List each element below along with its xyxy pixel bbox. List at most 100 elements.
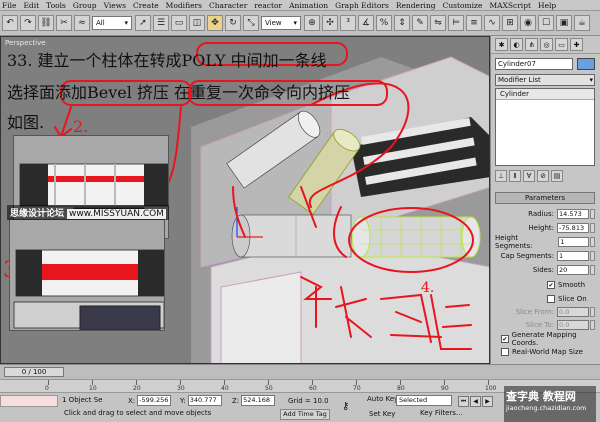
pivot-icon[interactable]: ⊕ xyxy=(304,15,320,31)
configure-sets-icon[interactable]: ▤ xyxy=(551,170,563,182)
align-icon[interactable]: ⊨ xyxy=(448,15,464,31)
create-tab-icon[interactable]: ✱ xyxy=(495,38,508,51)
mirror-icon[interactable]: ⇋ xyxy=(430,15,446,31)
select-rotate-icon[interactable]: ↻ xyxy=(225,15,241,31)
layer-icon[interactable]: ≡ xyxy=(466,15,482,31)
make-unique-icon[interactable]: ∀ xyxy=(523,170,535,182)
menu-item-views[interactable]: Views xyxy=(104,1,126,10)
link-icon[interactable]: ⛓ xyxy=(38,15,54,31)
track-tick-label: 50 xyxy=(265,385,273,392)
window-crossing-icon[interactable]: ◫ xyxy=(189,15,205,31)
reference-thumbnail-2 xyxy=(9,219,165,331)
slice-from-spinner[interactable] xyxy=(590,307,595,317)
key-mode-dropdown[interactable]: Selected xyxy=(396,395,452,406)
select-move-icon[interactable]: ✥ xyxy=(207,15,223,31)
prev-frame-icon[interactable]: ◀ xyxy=(470,396,481,407)
perspective-viewport[interactable]: 4. 2. 3. Perspective 33. 建立一个柱体在转成POLY 中… xyxy=(0,36,490,364)
radius-input[interactable]: 14.573 xyxy=(557,209,589,219)
select-scale-icon[interactable]: ⤡ xyxy=(243,15,259,31)
sides-input[interactable]: 20 xyxy=(557,265,589,275)
track-tick-label: 30 xyxy=(177,385,185,392)
menu-item-character[interactable]: Character xyxy=(209,1,247,10)
modifier-list-dropdown[interactable]: Modifier List ▾ xyxy=(495,74,595,86)
menu-item-rendering[interactable]: Rendering xyxy=(396,1,436,10)
rect-select-icon[interactable]: ▭ xyxy=(171,15,187,31)
bind-icon[interactable]: ≈ xyxy=(74,15,90,31)
undo-icon[interactable]: ↶ xyxy=(2,15,18,31)
menu-item-edit[interactable]: Edit xyxy=(23,1,39,10)
maxscript-listener-box[interactable] xyxy=(0,395,58,407)
stack-item-cylinder[interactable]: Cylinder xyxy=(496,89,594,100)
set-key-button[interactable]: Set Key xyxy=(369,410,395,418)
play-icon[interactable]: ▶ xyxy=(482,396,493,407)
cap-segments-input[interactable]: 1 xyxy=(557,251,589,261)
modify-tab-icon[interactable]: ◐ xyxy=(510,38,523,51)
manipulate-icon[interactable]: ✣ xyxy=(322,15,338,31)
menu-item-modifiers[interactable]: Modifiers xyxy=(166,1,202,10)
auto-key-button[interactable]: Auto Key xyxy=(367,395,398,403)
material-editor-icon[interactable]: ◉ xyxy=(520,15,536,31)
height-segments-input[interactable]: 1 xyxy=(558,237,590,247)
height-segments-spinner[interactable] xyxy=(590,237,595,247)
remove-modifier-icon[interactable]: ⊘ xyxy=(537,170,549,182)
modifier-stack[interactable]: Cylinder xyxy=(495,88,595,166)
sides-spinner[interactable] xyxy=(590,265,595,275)
percent-snap-icon[interactable]: % xyxy=(376,15,392,31)
menu-item-tools[interactable]: Tools xyxy=(46,1,66,10)
spinner-snap-icon[interactable]: ⇕ xyxy=(394,15,410,31)
add-time-tag-button[interactable]: Add Time Tag xyxy=(280,409,330,420)
cap-segments-spinner[interactable] xyxy=(590,251,595,261)
select-object-icon[interactable]: ➚ xyxy=(135,15,151,31)
gen-mapping-checkbox[interactable]: ✔ Generate Mapping Coords. xyxy=(501,331,600,347)
menu-item-graph-editors[interactable]: Graph Editors xyxy=(335,1,389,10)
viewport-label[interactable]: Perspective xyxy=(5,39,46,47)
menu-item-group[interactable]: Group xyxy=(73,1,97,10)
pin-stack-icon[interactable]: ⊥ xyxy=(495,170,507,182)
hierarchy-tab-icon[interactable]: ⋔ xyxy=(525,38,538,51)
menu-item-reactor[interactable]: reactor xyxy=(254,1,282,10)
named-selection-icon[interactable]: ✎ xyxy=(412,15,428,31)
render-frame-icon[interactable]: ▣ xyxy=(556,15,572,31)
utilities-tab-icon[interactable]: ✚ xyxy=(570,38,583,51)
slice-from-input[interactable]: 0.0 xyxy=(557,307,589,317)
realworld-checkbox[interactable]: Real-World Map Size xyxy=(501,346,583,357)
height-spinner[interactable] xyxy=(590,223,595,233)
schematic-icon[interactable]: ⊞ xyxy=(502,15,518,31)
z-input[interactable]: 524.168 xyxy=(241,395,276,406)
goto-start-icon[interactable]: ⏮ xyxy=(458,396,469,407)
angle-snap-icon[interactable]: ∡ xyxy=(358,15,374,31)
curve-editor-icon[interactable]: ∿ xyxy=(484,15,500,31)
selected-cylinder[interactable] xyxy=(351,216,481,258)
time-slider[interactable]: 0 / 100 xyxy=(4,367,64,377)
render-setup-icon[interactable]: ☐ xyxy=(538,15,554,31)
parameters-rollout[interactable]: Parameters xyxy=(495,192,595,204)
menu-item-file[interactable]: File xyxy=(2,1,16,10)
slice-to-input[interactable]: 0.0 xyxy=(557,320,589,330)
object-color-swatch[interactable] xyxy=(577,58,595,70)
display-tab-icon[interactable]: ▭ xyxy=(555,38,568,51)
quick-render-icon[interactable]: ☕ xyxy=(574,15,590,31)
menu-item-create[interactable]: Create xyxy=(133,1,159,10)
menu-item-help[interactable]: Help xyxy=(538,1,556,10)
select-by-name-icon[interactable]: ☰ xyxy=(153,15,169,31)
y-input[interactable]: 340.777 xyxy=(187,395,222,406)
key-filters-button[interactable]: Key Filters... xyxy=(420,409,463,417)
radius-spinner[interactable] xyxy=(590,209,595,219)
object-name-field[interactable]: Cylinder07 xyxy=(495,58,573,70)
show-end-result-icon[interactable]: Ⅱ xyxy=(509,170,521,182)
menu-item-customize[interactable]: Customize xyxy=(443,1,483,10)
x-input[interactable]: -599.256 xyxy=(137,395,172,406)
unlink-icon[interactable]: ✂ xyxy=(56,15,72,31)
ref-coord-dropdown[interactable]: View ▾ xyxy=(261,16,301,30)
snap-icon[interactable]: ³ xyxy=(340,15,356,31)
slice-on-checkbox[interactable]: Slice On xyxy=(547,293,587,304)
menu-item-maxscript[interactable]: MAXScript xyxy=(489,1,531,10)
menu-item-animation[interactable]: Animation xyxy=(289,1,328,10)
motion-tab-icon[interactable]: ◎ xyxy=(540,38,553,51)
smooth-checkbox[interactable]: ✔ Smooth xyxy=(547,279,585,290)
height-input[interactable]: -75.813 xyxy=(557,223,589,233)
redo-icon[interactable]: ↷ xyxy=(20,15,36,31)
slice-to-spinner[interactable] xyxy=(590,320,595,330)
selection-filter-dropdown[interactable]: All ▾ xyxy=(92,16,132,30)
key-icon[interactable]: ⚷ xyxy=(342,401,349,412)
